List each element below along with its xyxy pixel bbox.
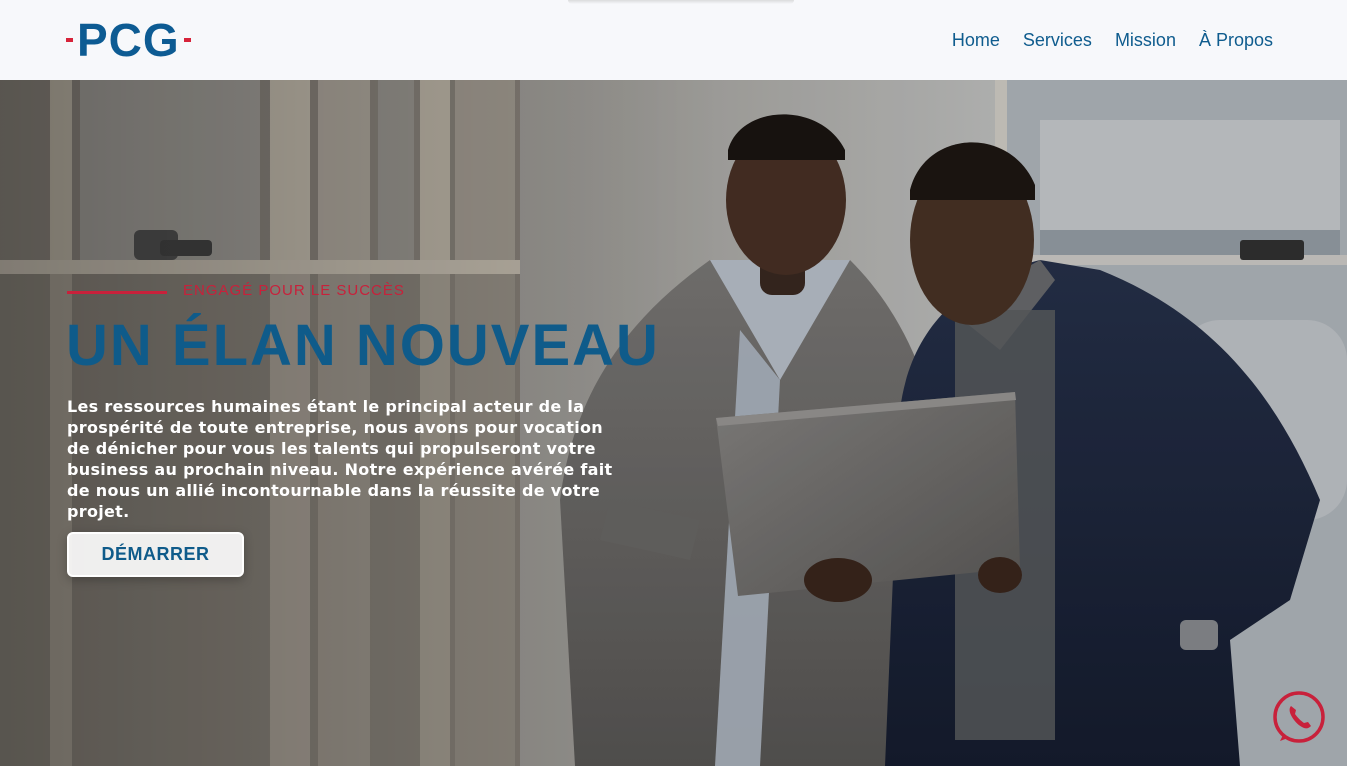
- site-header: PCG Home Services Mission À Propos: [0, 0, 1347, 81]
- nav-home[interactable]: Home: [952, 30, 1000, 51]
- header-decoration: [568, 0, 794, 4]
- phone-chat-icon: [1273, 691, 1325, 743]
- nav-a-propos[interactable]: À Propos: [1199, 30, 1273, 51]
- hero-section: ENGAGÉ POUR LE SUCCÈS UN ÉLAN NOUVEAU Le…: [0, 80, 1347, 766]
- logo[interactable]: PCG: [66, 12, 191, 68]
- nav-services[interactable]: Services: [1023, 30, 1092, 51]
- nav-mission[interactable]: Mission: [1115, 30, 1176, 51]
- logo-right-dash: [183, 38, 191, 42]
- page: PCG Home Services Mission À Propos ENGAG…: [0, 0, 1347, 766]
- whatsapp-chat-button[interactable]: [1271, 689, 1327, 745]
- hero-headline: UN ÉLAN NOUVEAU: [66, 313, 660, 378]
- logo-left-dash: [66, 38, 73, 42]
- hero-eyebrow: ENGAGÉ POUR LE SUCCÈS: [183, 282, 405, 299]
- logo-text: PCG: [77, 14, 180, 66]
- start-button[interactable]: DÉMARRER: [67, 532, 244, 577]
- eyebrow-accent-line: [67, 291, 167, 294]
- hero-description: Les ressources humaines étant le princip…: [67, 397, 613, 521]
- main-nav: Home Services Mission À Propos: [952, 0, 1273, 80]
